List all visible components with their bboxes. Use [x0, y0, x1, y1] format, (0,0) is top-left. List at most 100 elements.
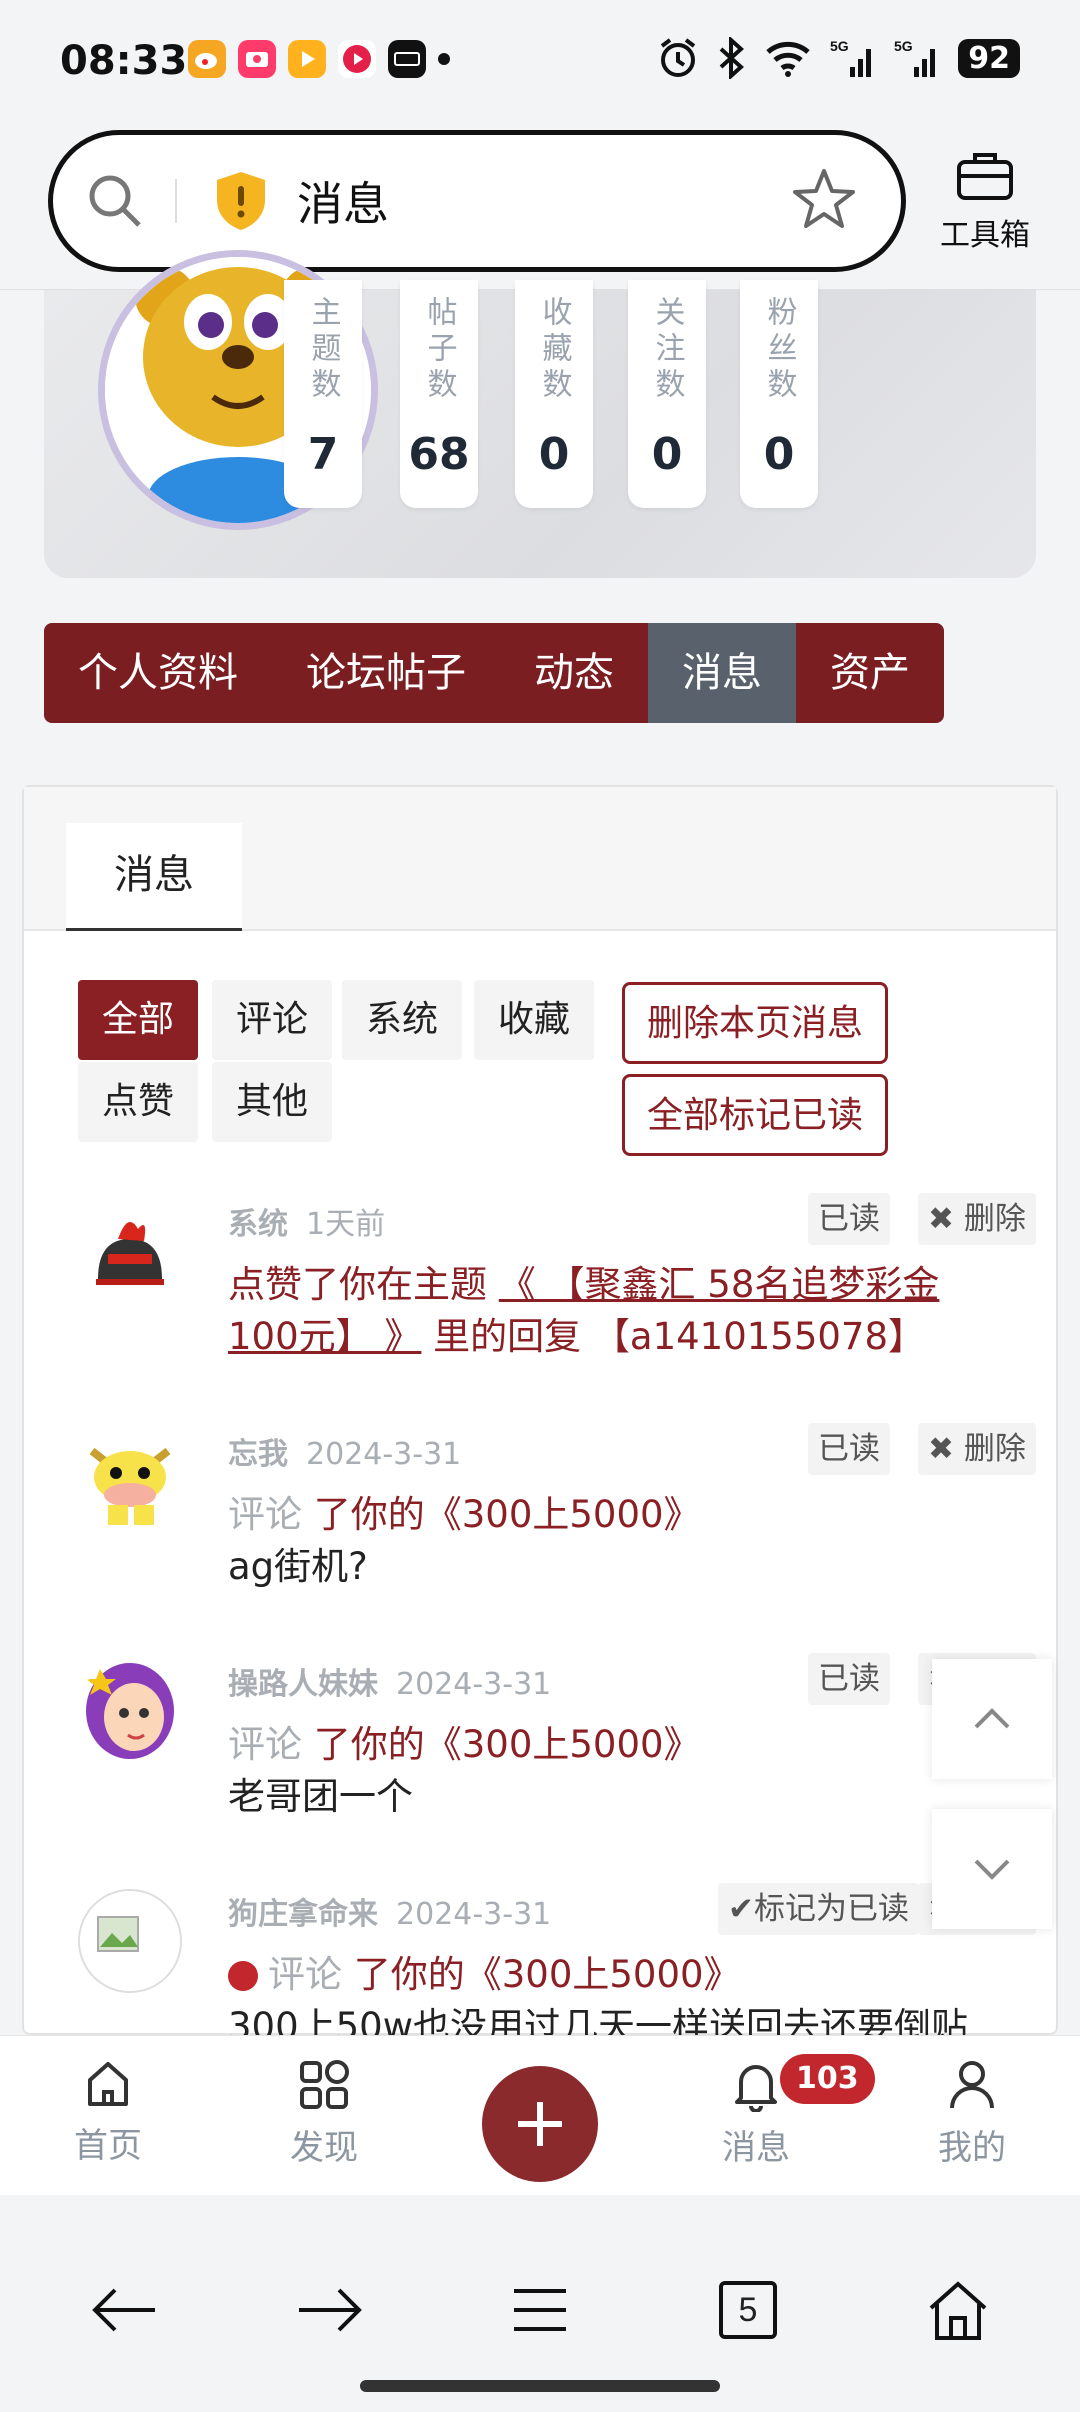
toolbox-button[interactable]: 工具箱: [930, 150, 1040, 254]
message-type: 评论: [228, 1723, 302, 1766]
delete-message-button[interactable]: ✖ 删除: [918, 1193, 1036, 1245]
stat-topics[interactable]: 主题数 7: [284, 280, 362, 508]
message-text[interactable]: 了你的《300上5000》: [302, 1493, 701, 1536]
tab-profile[interactable]: 个人资料: [44, 623, 272, 723]
menu-icon: [514, 2289, 566, 2331]
stat-value: 0: [763, 429, 795, 480]
user-icon: [950, 2061, 994, 2109]
tabs-button[interactable]: 5: [708, 2270, 788, 2350]
message-text-mid: 里的回复: [421, 1315, 593, 1358]
tabs-count-icon: 5: [719, 2281, 777, 2339]
create-post-button[interactable]: [482, 2066, 598, 2182]
menu-button[interactable]: [500, 2270, 580, 2350]
mark-all-read-button[interactable]: 全部标记已读: [622, 1074, 889, 1156]
browser-top-bar: 消息 工具箱: [0, 120, 1080, 290]
read-button[interactable]: 已读: [808, 1193, 890, 1245]
read-button[interactable]: 已读: [808, 1653, 890, 1705]
reply-link[interactable]: 【a1410155078】: [593, 1315, 925, 1358]
profile-tabs: 个人资料 论坛帖子 动态 消息 资产: [44, 623, 944, 723]
battery-indicator: 92: [958, 38, 1020, 78]
music-app-icon: [338, 40, 376, 78]
tab-forum-posts[interactable]: 论坛帖子: [272, 623, 500, 723]
filter-system[interactable]: 系统: [342, 980, 463, 1060]
svg-text:5G: 5G: [830, 38, 849, 54]
close-icon: ✖: [928, 1201, 954, 1237]
stat-followers[interactable]: 粉丝数 0: [740, 280, 818, 508]
nav-home[interactable]: 首页: [38, 2058, 178, 2167]
nav-discover[interactable]: 发现: [254, 2058, 394, 2169]
tab-messages[interactable]: 消息: [648, 623, 796, 723]
app-bottom-nav: 首页 发现 消息 103 我的: [0, 2035, 1080, 2195]
stat-following[interactable]: 关注数 0: [628, 280, 706, 508]
message-type: 评论: [268, 1953, 342, 1996]
dewu-app-icon: [388, 40, 426, 78]
bookmark-star-icon[interactable]: [791, 167, 857, 233]
nav-me[interactable]: 我的: [902, 2058, 1042, 2169]
mark-read-label: 标记为已读: [753, 1891, 909, 1927]
security-shield-icon[interactable]: [213, 170, 269, 232]
scroll-up-button[interactable]: [932, 1659, 1052, 1779]
stat-favorites[interactable]: 收藏数 0: [515, 280, 593, 508]
search-icon[interactable]: [85, 171, 145, 231]
scroll-down-button[interactable]: [932, 1809, 1052, 1929]
stat-label: 帖子数: [421, 296, 457, 404]
message-sender[interactable]: 操路人妹妹: [228, 1667, 378, 1702]
broken-image-icon: [80, 1891, 180, 1991]
more-notifications-dot: [438, 53, 450, 65]
stat-posts[interactable]: 帖子数 68: [400, 280, 478, 508]
back-button[interactable]: [84, 2270, 164, 2350]
sender-avatar[interactable]: [78, 1659, 182, 1763]
alarm-icon: [658, 36, 698, 80]
message-sender[interactable]: 狗庄拿命来: [228, 1897, 378, 1932]
sender-avatar[interactable]: [78, 1889, 182, 1993]
messages-panel: 消息 全部 评论 系统 收藏 点赞 其他 删除本页消息 全部标记已读 系统 1天前…: [22, 785, 1058, 2048]
address-divider: [175, 179, 177, 223]
forward-button[interactable]: [290, 2270, 370, 2350]
toolbox-icon: [957, 153, 1013, 200]
delete-label: 删除: [963, 1431, 1026, 1467]
sender-avatar[interactable]: [78, 1429, 182, 1533]
stat-label: 主题数: [305, 296, 341, 404]
home-indicator: [360, 2380, 720, 2392]
message-body: 点赞了你在主题 《 【聚鑫汇 58名追梦彩金100元】 》 里的回复 【a141…: [228, 1259, 988, 1363]
nav-label: 首页: [74, 2126, 142, 2166]
messages-panel-header: 消息: [24, 787, 1056, 931]
arrow-right-icon: [299, 2288, 362, 2332]
filter-likes[interactable]: 点赞: [78, 1062, 199, 1142]
filter-comments[interactable]: 评论: [212, 980, 333, 1060]
message-text[interactable]: 了你的《300上5000》: [342, 1953, 741, 1996]
message-type: 评论: [228, 1493, 302, 1536]
message-text[interactable]: 了你的《300上5000》: [302, 1723, 701, 1766]
mark-read-button[interactable]: ✔标记为已读: [718, 1883, 919, 1935]
delete-label: 删除: [963, 1201, 1026, 1237]
home-icon: [88, 2062, 128, 2106]
home-icon: [929, 2281, 987, 2340]
tab-assets[interactable]: 资产: [796, 623, 944, 723]
browser-home-button[interactable]: [918, 2270, 998, 2350]
read-button[interactable]: 已读: [808, 1423, 890, 1475]
message-sender[interactable]: 系统: [228, 1207, 288, 1242]
message-meta: 忘我 2024-3-31: [228, 1429, 461, 1473]
stat-value: 0: [538, 429, 570, 480]
messages-panel-tab[interactable]: 消息: [66, 823, 242, 931]
delete-page-messages-button[interactable]: 删除本页消息: [622, 982, 889, 1064]
delete-message-button[interactable]: ✖ 删除: [918, 1423, 1036, 1475]
stat-value: 7: [307, 429, 339, 480]
arrow-left-icon: [92, 2288, 155, 2332]
filter-favorites[interactable]: 收藏: [474, 980, 595, 1060]
signal-5g-icon-2: 5G: [894, 36, 940, 80]
status-system-icons: 5G 5G 92: [658, 36, 1020, 80]
address-bar[interactable]: 消息: [48, 130, 906, 272]
message-time: 2024-3-31: [306, 1437, 462, 1472]
close-icon: ✖: [928, 1431, 954, 1467]
message-time: 1天前: [306, 1207, 386, 1242]
stat-label: 粉丝数: [761, 296, 797, 404]
tab-activity[interactable]: 动态: [500, 623, 648, 723]
filter-all[interactable]: 全部: [78, 980, 199, 1060]
message-sender[interactable]: 忘我: [228, 1437, 288, 1472]
filter-other[interactable]: 其他: [212, 1062, 333, 1142]
svg-text:5G: 5G: [894, 38, 913, 54]
signal-5g-icon-1: 5G: [830, 36, 876, 80]
system-avatar[interactable]: [78, 1199, 182, 1303]
stat-value: 0: [651, 429, 683, 480]
